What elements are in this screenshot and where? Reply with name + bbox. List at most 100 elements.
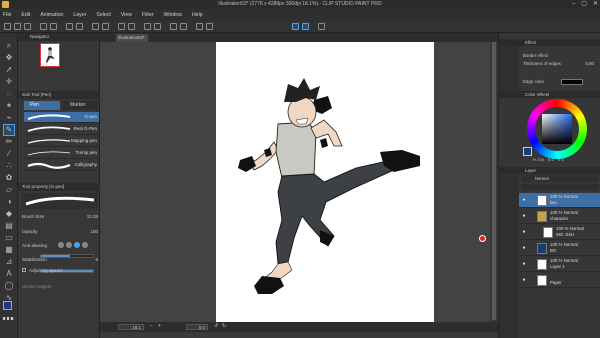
eye-icon[interactable]: ● bbox=[521, 197, 527, 203]
layer-row-sw-ssh[interactable]: ● 100 % Normal SW. SSH bbox=[519, 225, 600, 240]
layer-row-layer-1[interactable]: ● 100 % Normal Layer 1 bbox=[519, 257, 600, 272]
brush-item-mapping-pen[interactable]: Mapping pen bbox=[24, 136, 99, 147]
aa-strong-icon[interactable] bbox=[82, 242, 88, 248]
brush-item-calligraphy[interactable]: Calligraphy bbox=[24, 160, 99, 171]
pen-tool-icon[interactable]: ✎ bbox=[3, 124, 15, 136]
deselect-icon[interactable] bbox=[102, 23, 109, 30]
menu-layer[interactable]: Layer bbox=[73, 12, 86, 18]
current-color-swatch[interactable] bbox=[523, 147, 532, 156]
thickness-value[interactable]: 0.80 bbox=[585, 61, 594, 66]
eye-icon[interactable]: ● bbox=[521, 261, 527, 267]
aa-none-icon[interactable] bbox=[58, 242, 64, 248]
transparent-color-swatch[interactable] bbox=[3, 317, 15, 320]
navigator-preview[interactable] bbox=[40, 43, 60, 67]
figure-tool-icon[interactable]: ▭ bbox=[4, 233, 14, 243]
redo-icon[interactable] bbox=[50, 23, 57, 30]
menu-help[interactable]: Help bbox=[192, 12, 203, 18]
prop-label: Stabilization bbox=[22, 257, 47, 262]
edge-color-swatch[interactable] bbox=[561, 79, 583, 85]
eye-icon[interactable]: ● bbox=[521, 245, 527, 251]
grid-icon[interactable] bbox=[180, 23, 187, 30]
maximize-button[interactable]: ▢ bbox=[581, 0, 587, 9]
prop-value: 6 bbox=[95, 257, 98, 262]
menu-window[interactable]: Window bbox=[163, 12, 181, 18]
move-tool-icon[interactable]: ✥ bbox=[4, 53, 14, 63]
adjust-speed-checkbox[interactable] bbox=[22, 268, 26, 272]
brush-label: Calligraphy bbox=[74, 162, 97, 167]
menu-edit[interactable]: Edit bbox=[21, 12, 30, 18]
fill-icon[interactable] bbox=[76, 23, 83, 30]
invert-selection-icon[interactable] bbox=[118, 23, 125, 30]
brush-item-turnip-pen[interactable]: Turnip pen bbox=[24, 148, 99, 159]
snap-ruler-icon[interactable] bbox=[144, 23, 151, 30]
layer-row-paper[interactable]: ● Paper bbox=[519, 273, 600, 288]
zoom-out-icon[interactable]: − bbox=[150, 323, 153, 329]
main-color-swatch[interactable] bbox=[3, 301, 12, 310]
angle-field[interactable]: 0.0 bbox=[186, 324, 208, 330]
brush-item-g-pen[interactable]: G-pen bbox=[24, 112, 99, 123]
pencil-tool-icon[interactable]: ✏ bbox=[4, 137, 14, 147]
companion-icon[interactable] bbox=[196, 23, 203, 30]
zoom-in-icon[interactable]: + bbox=[158, 323, 161, 329]
operation-tool-icon[interactable]: ➚ bbox=[4, 65, 14, 75]
transform-icon[interactable] bbox=[92, 23, 99, 30]
prop-label: Vector magnet bbox=[22, 284, 52, 289]
blend-mode-select[interactable]: Normal bbox=[521, 175, 599, 182]
balloon-tool-icon[interactable]: ◯ bbox=[4, 281, 14, 291]
snap-special-ruler-icon[interactable] bbox=[318, 23, 325, 30]
eye-icon[interactable]: ● bbox=[521, 213, 527, 219]
aa-medium-icon[interactable] bbox=[74, 242, 80, 248]
rotate-left-icon[interactable]: ↺ bbox=[214, 323, 218, 329]
timelapse-icon[interactable] bbox=[206, 23, 213, 30]
frame-tool-icon[interactable]: ▦ bbox=[4, 245, 14, 255]
saturation-value-square[interactable] bbox=[542, 114, 572, 144]
minimize-button[interactable]: – bbox=[572, 0, 575, 9]
airbrush-tool-icon[interactable]: ∴ bbox=[4, 161, 14, 171]
menu-view[interactable]: View bbox=[121, 12, 132, 18]
brush-tool-icon[interactable]: ⁄ bbox=[4, 149, 14, 159]
prop-label: Adjust by speed bbox=[29, 268, 62, 273]
canvas-vertical-scrollbar[interactable] bbox=[490, 42, 498, 322]
menu-filter[interactable]: Filter bbox=[142, 12, 154, 18]
layer-row-bg[interactable]: ● 100 % Normal BG bbox=[519, 241, 600, 256]
close-button[interactable]: ✕ bbox=[593, 0, 598, 9]
move-layer-tool-icon[interactable]: ✛ bbox=[4, 77, 14, 87]
zoom-tool-icon[interactable]: ⌕ bbox=[4, 41, 14, 51]
auto-select-tool-icon[interactable]: ✶ bbox=[4, 101, 14, 111]
gradient-tool-icon[interactable]: ▤ bbox=[4, 221, 14, 231]
save-icon[interactable] bbox=[24, 23, 31, 30]
menu-select[interactable]: Select bbox=[96, 12, 110, 18]
new-file-icon[interactable] bbox=[4, 23, 11, 30]
zoom-field[interactable]: 18.1 bbox=[118, 324, 144, 330]
subtool-tab-marker[interactable]: Marker bbox=[62, 101, 98, 110]
undo-icon[interactable] bbox=[40, 23, 47, 30]
rotate-right-icon[interactable]: ↻ bbox=[222, 323, 226, 329]
lasso-tool-icon[interactable]: ◌ bbox=[4, 89, 14, 99]
menu-animation[interactable]: Animation bbox=[40, 12, 63, 18]
aa-weak-icon[interactable] bbox=[66, 242, 72, 248]
layer-row-character[interactable]: ● 100 % Normal character bbox=[519, 209, 600, 224]
layer-row-line[interactable]: ● 100 % Normal line bbox=[519, 193, 600, 208]
subtool-tab-pen[interactable]: Pen bbox=[24, 101, 60, 110]
snap-grid-icon[interactable] bbox=[154, 23, 161, 30]
canvas-paper[interactable] bbox=[216, 42, 434, 326]
brush-item-real-g-pen[interactable]: Real G-Pen bbox=[24, 124, 99, 135]
expand-selection-icon[interactable] bbox=[128, 23, 135, 30]
menu-file[interactable]: File bbox=[3, 12, 11, 18]
eyedropper-tool-icon[interactable]: ⌁ bbox=[4, 113, 14, 123]
clear-icon[interactable] bbox=[66, 23, 73, 30]
decoration-tool-icon[interactable]: ✿ bbox=[4, 173, 14, 183]
pen-mode-icon[interactable] bbox=[292, 23, 299, 30]
ruler-tool-icon[interactable]: ⊿ bbox=[4, 257, 14, 267]
blend-tool-icon[interactable]: ◑ bbox=[4, 197, 14, 207]
scrollbar-thumb[interactable] bbox=[492, 42, 496, 320]
eye-icon[interactable]: ● bbox=[521, 229, 527, 235]
ruler-icon[interactable] bbox=[170, 23, 177, 30]
text-tool-icon[interactable]: A bbox=[4, 269, 14, 279]
open-file-icon[interactable] bbox=[14, 23, 21, 30]
eraser-tool-icon[interactable]: ▱ bbox=[4, 185, 14, 195]
ink-mode-icon[interactable] bbox=[302, 23, 309, 30]
document-tab[interactable]: Illustration53* bbox=[116, 34, 148, 42]
fill-tool-icon[interactable]: ◆ bbox=[4, 209, 14, 219]
eye-icon[interactable]: ● bbox=[521, 277, 527, 283]
